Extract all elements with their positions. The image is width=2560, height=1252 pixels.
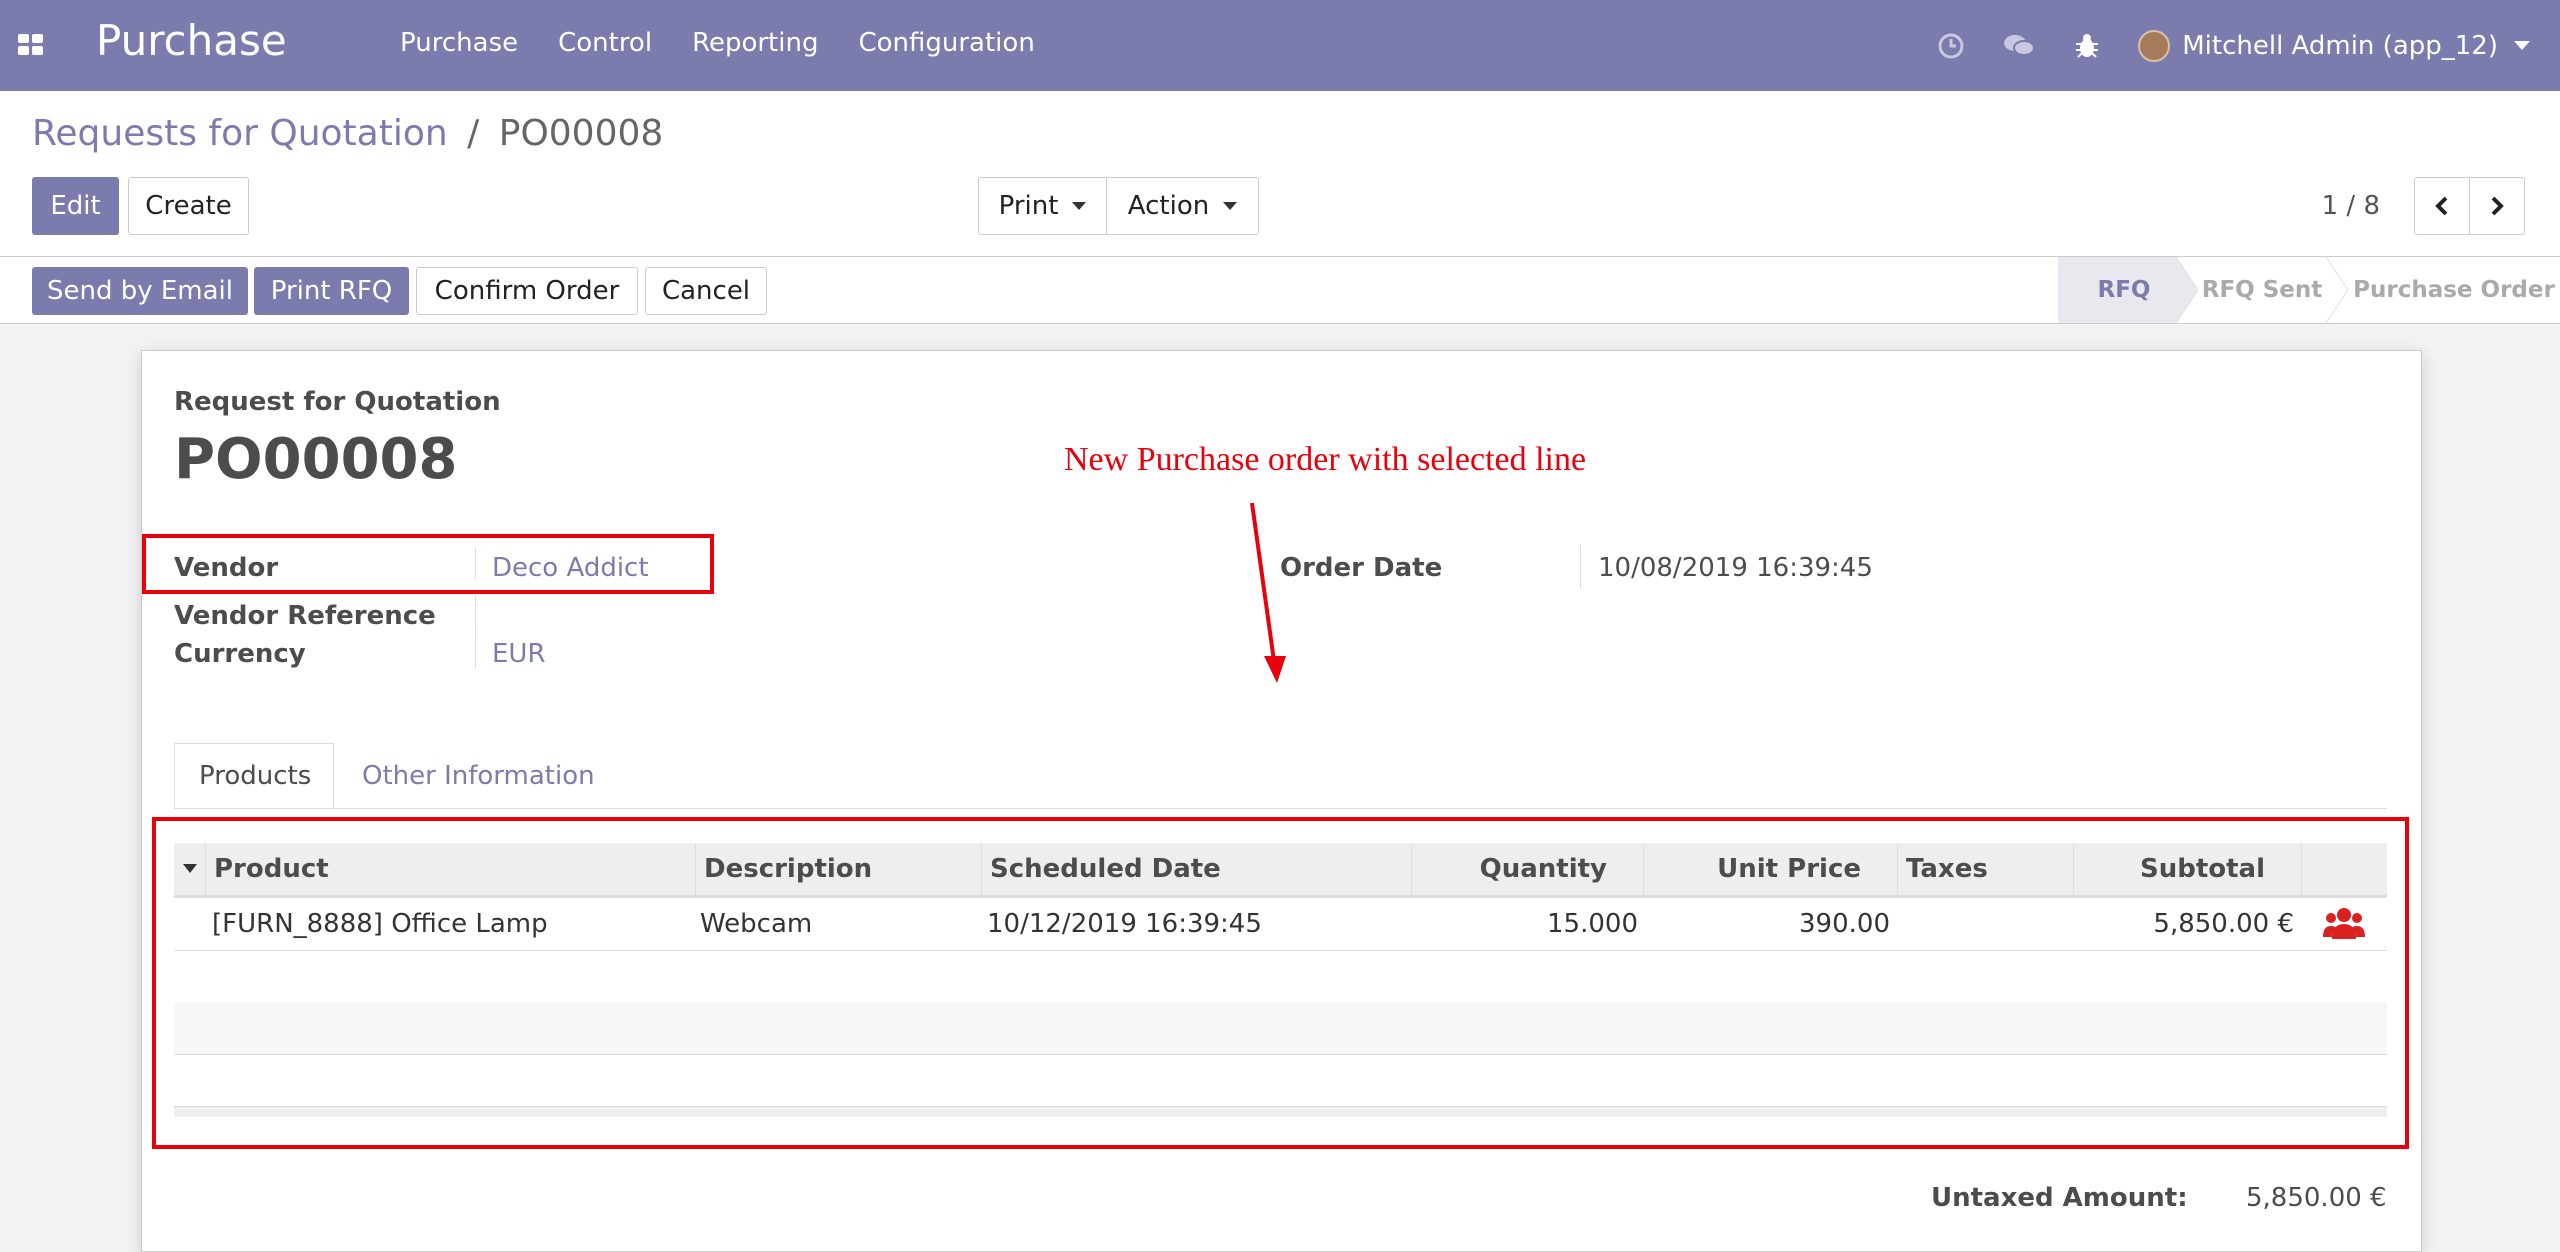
cancel-button[interactable]: Cancel (645, 267, 767, 315)
vendor-reference-label: Vendor Reference (174, 601, 436, 631)
send-by-email-button[interactable]: Send by Email (32, 267, 248, 315)
order-date-field[interactable]: 10/08/2019 16:39:45 (1598, 553, 1873, 583)
status-bar: Send by Email Print RFQ Confirm Order Ca… (0, 257, 2560, 324)
stage-rfq-sent: RFQ Sent (2201, 277, 2323, 303)
stage-rfq: RFQ (2058, 257, 2176, 323)
top-navbar: Purchase Purchase Control Reporting Conf… (0, 0, 2560, 91)
breadcrumb-current: PO00008 (498, 113, 664, 154)
tabs-divider (174, 808, 2387, 809)
tab-other-information[interactable]: Other Information (362, 743, 595, 809)
vendor-highlight-box (142, 534, 714, 594)
breadcrumb: Requests for Quotation / PO00008 (32, 113, 663, 154)
app-title: Purchase (96, 16, 287, 65)
breadcrumb-parent[interactable]: Requests for Quotation (32, 113, 448, 154)
pager-previous-button[interactable] (2414, 177, 2470, 235)
edit-button[interactable]: Edit (32, 177, 119, 235)
annotation-arrow-icon (1250, 502, 1286, 683)
create-button[interactable]: Create (128, 177, 249, 235)
currency-field[interactable]: EUR (492, 639, 546, 669)
form-reference: PO00008 (174, 427, 458, 492)
breadcrumb-separator: / (467, 113, 480, 154)
tab-products[interactable]: Products (174, 743, 334, 809)
control-panel: Requests for Quotation / PO00008 Edit Cr… (0, 91, 2560, 257)
apps-icon[interactable] (18, 34, 44, 56)
annotation-text: New Purchase order with selected line (1064, 441, 1587, 478)
form-sheet: Request for Quotation PO00008 New Purcha… (141, 350, 2422, 1252)
table-highlight-box (152, 817, 2409, 1149)
user-menu[interactable]: Mitchell Admin (app_12) (2138, 29, 2530, 62)
confirm-order-button[interactable]: Confirm Order (416, 267, 638, 315)
currency-label: Currency (174, 639, 306, 669)
order-date-label: Order Date (1280, 553, 1443, 583)
stage-bar: RFQ RFQ Sent Purchase Order (2058, 257, 2560, 323)
stage-purchase-order: Purchase Order (2353, 277, 2555, 303)
systray: Mitchell Admin (app_12) (1934, 0, 2560, 91)
menu-item-purchase[interactable]: Purchase (400, 28, 518, 58)
user-name: Mitchell Admin (app_12) (2182, 30, 2498, 61)
stage-arrow-icon (2176, 257, 2198, 323)
chevron-left-icon (2435, 196, 2448, 216)
untaxed-amount-value: 5,850.00 € (2246, 1183, 2387, 1213)
pager-next-button[interactable] (2469, 177, 2525, 235)
chevron-down-icon (2514, 41, 2530, 50)
print-dropdown[interactable]: Print (978, 177, 1107, 235)
chevron-right-icon (2491, 196, 2504, 216)
action-label: Action (1127, 191, 1210, 221)
avatar (2138, 29, 2171, 62)
form-type-label: Request for Quotation (174, 387, 501, 417)
bug-icon[interactable] (2070, 29, 2104, 63)
untaxed-amount-label: Untaxed Amount: (1931, 1183, 2188, 1213)
action-dropdown[interactable]: Action (1106, 177, 1259, 235)
caret-down-icon (1223, 202, 1238, 210)
print-rfq-button[interactable]: Print RFQ (254, 267, 409, 315)
field-divider (1580, 545, 1581, 589)
pager-value[interactable]: 1 / 8 (2322, 191, 2380, 221)
print-label: Print (998, 191, 1059, 221)
stage-arrow-icon (2326, 257, 2348, 323)
main-menu: Purchase Control Reporting Configuration (400, 28, 1075, 58)
chat-icon[interactable] (2002, 29, 2036, 63)
menu-item-reporting[interactable]: Reporting (692, 28, 818, 58)
menu-item-configuration[interactable]: Configuration (858, 28, 1034, 58)
menu-item-control[interactable]: Control (558, 28, 652, 58)
caret-down-icon (1072, 202, 1087, 210)
field-divider (475, 633, 476, 669)
field-divider (475, 595, 476, 631)
clock-icon[interactable] (1934, 29, 1968, 63)
